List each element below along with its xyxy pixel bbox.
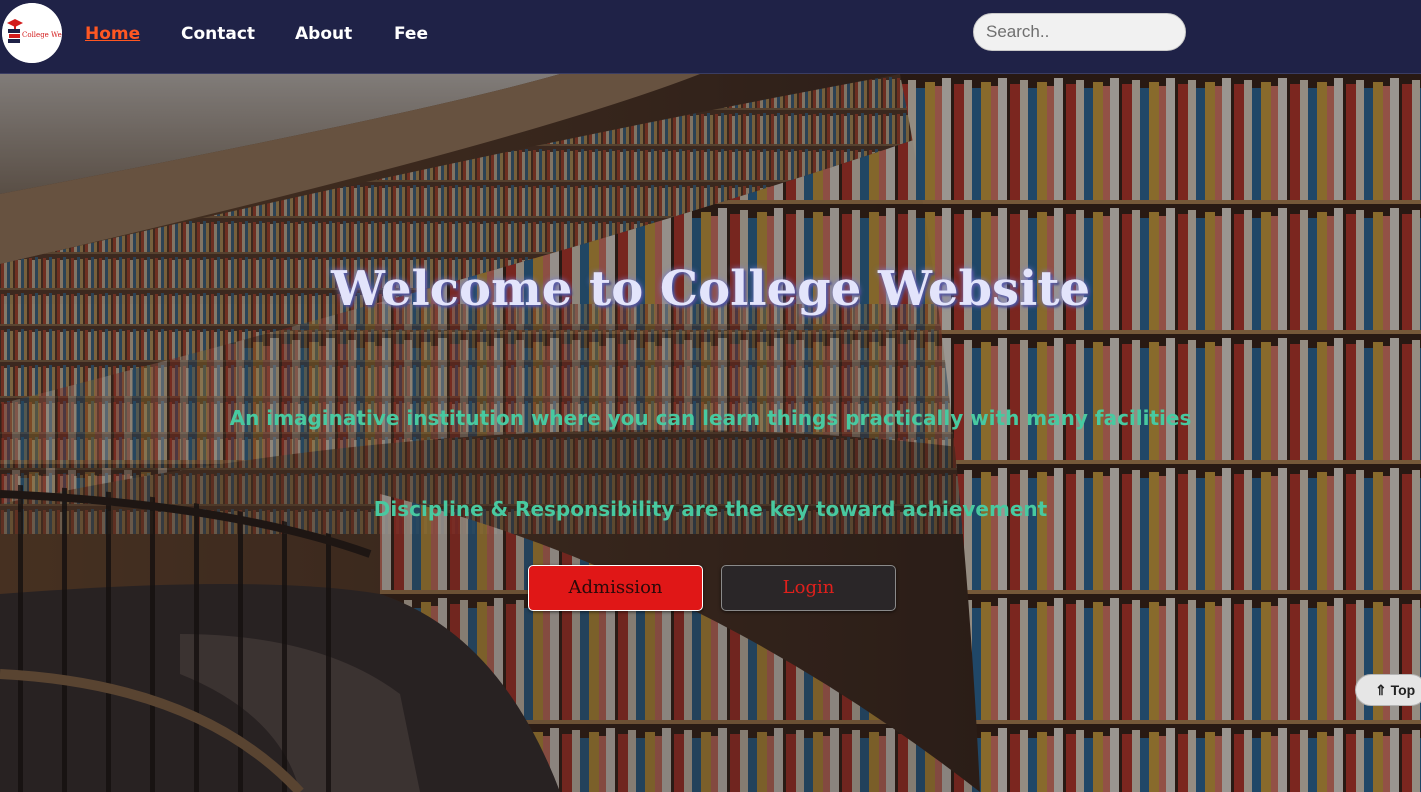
college-logo[interactable]: College Website — [2, 3, 62, 63]
search-input[interactable] — [973, 13, 1186, 51]
login-button[interactable]: Login — [721, 565, 896, 611]
hero-tagline: An imaginative institution where you can… — [229, 406, 1192, 430]
hero-overlay — [0, 74, 1421, 792]
logo-text: College Website — [22, 31, 62, 39]
hero-title: Welcome to College Website — [330, 261, 1091, 317]
logo-icon: College Website — [2, 3, 62, 63]
hero-motto: Discipline & Responsibility are the key … — [373, 497, 1048, 521]
admission-button[interactable]: Admission — [528, 565, 703, 611]
hero-section: Welcome to College Website An imaginativ… — [0, 74, 1421, 792]
nav-link-fee[interactable]: Fee — [394, 24, 428, 44]
nav-link-contact[interactable]: Contact — [181, 24, 255, 44]
nav-link-home[interactable]: Home — [85, 24, 140, 44]
scroll-to-top-button[interactable]: ⇑ Top — [1355, 674, 1421, 706]
navbar: College Website Home Contact About Fee — [0, 0, 1421, 74]
nav-link-about[interactable]: About — [295, 24, 352, 44]
